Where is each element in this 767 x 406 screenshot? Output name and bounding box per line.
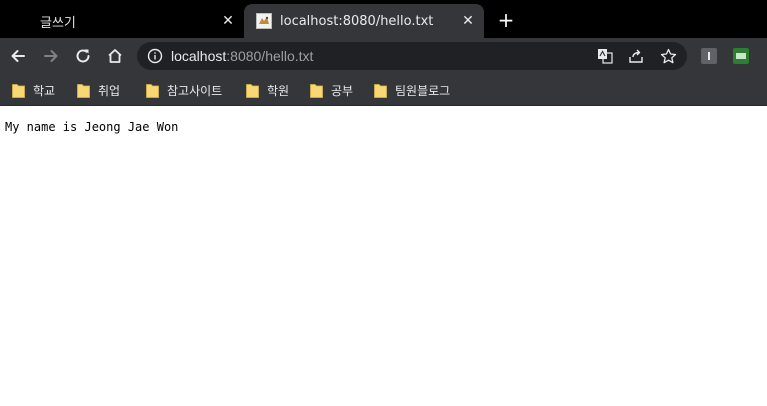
extension-icon[interactable] <box>701 48 717 64</box>
folder-icon <box>77 83 90 98</box>
reload-icon <box>76 49 90 63</box>
extension-glyph-icon <box>708 52 710 60</box>
bookmark-star-button[interactable] <box>659 47 677 65</box>
translate-icon <box>598 49 613 64</box>
close-tab-icon[interactable]: ✕ <box>460 13 476 29</box>
info-icon[interactable] <box>147 48 163 64</box>
folder-icon <box>12 83 25 98</box>
bookmark-label: 취업 <box>98 83 121 98</box>
forward-button[interactable] <box>39 44 63 68</box>
plain-text-content: My name is Jeong Jae Won <box>5 120 179 134</box>
address-bar[interactable]: localhost:8080/hello.txt <box>137 42 687 70</box>
arrow-left-icon <box>11 50 25 62</box>
tab-strip: 글쓰기 ✕ localhost:8080/hello.txt ✕ + <box>0 0 767 38</box>
tomcat-favicon-icon <box>256 13 272 29</box>
tab-title: 글쓰기 <box>40 15 76 31</box>
tab-title: localhost:8080/hello.txt <box>280 13 434 29</box>
arrow-right-icon <box>44 50 58 62</box>
home-button[interactable] <box>103 44 127 68</box>
bookmark-folder[interactable]: 학교 <box>12 80 55 100</box>
bookmark-label: 참고사이트 <box>167 83 223 98</box>
url-host: localhost <box>171 48 227 64</box>
translate-button[interactable] <box>596 47 614 65</box>
bookmark-label: 공부 <box>331 83 354 98</box>
home-icon <box>108 49 122 63</box>
bookmark-folder[interactable]: 취업 <box>77 80 120 100</box>
bookmark-folder[interactable]: 학원 <box>246 80 289 100</box>
bookmark-folder[interactable]: 팀원블로그 <box>374 80 450 100</box>
new-tab-button[interactable]: + <box>494 9 518 33</box>
bookmark-label: 학원 <box>267 83 290 98</box>
close-tab-icon[interactable]: ✕ <box>220 13 236 29</box>
tab-active[interactable]: localhost:8080/hello.txt ✕ <box>244 4 484 38</box>
bookmark-label: 팀원블로그 <box>395 83 451 98</box>
folder-icon <box>246 83 259 98</box>
url-text[interactable]: localhost:8080/hello.txt <box>171 48 313 64</box>
folder-icon <box>146 83 159 98</box>
tab-write[interactable]: 글쓰기 ✕ <box>0 4 244 38</box>
url-path: :8080/hello.txt <box>226 48 314 64</box>
bookmarks-bar: 학교 취업 참고사이트 학원 공부 팀원블로그 <box>0 74 767 106</box>
folder-icon <box>374 83 387 98</box>
extension-glyph-icon <box>736 53 746 59</box>
bookmark-folder[interactable]: 참고사이트 <box>146 80 222 100</box>
reload-button[interactable] <box>71 44 95 68</box>
folder-icon <box>310 83 323 98</box>
toolbar: localhost:8080/hello.txt <box>0 38 767 74</box>
page-content: My name is Jeong Jae Won <box>0 107 767 406</box>
back-button[interactable] <box>6 44 30 68</box>
share-button[interactable] <box>627 47 645 65</box>
bookmark-label: 학교 <box>33 83 56 98</box>
star-icon <box>660 48 676 63</box>
extension-icon[interactable] <box>733 48 749 64</box>
bookmark-folder[interactable]: 공부 <box>310 80 353 100</box>
share-icon <box>629 49 643 63</box>
